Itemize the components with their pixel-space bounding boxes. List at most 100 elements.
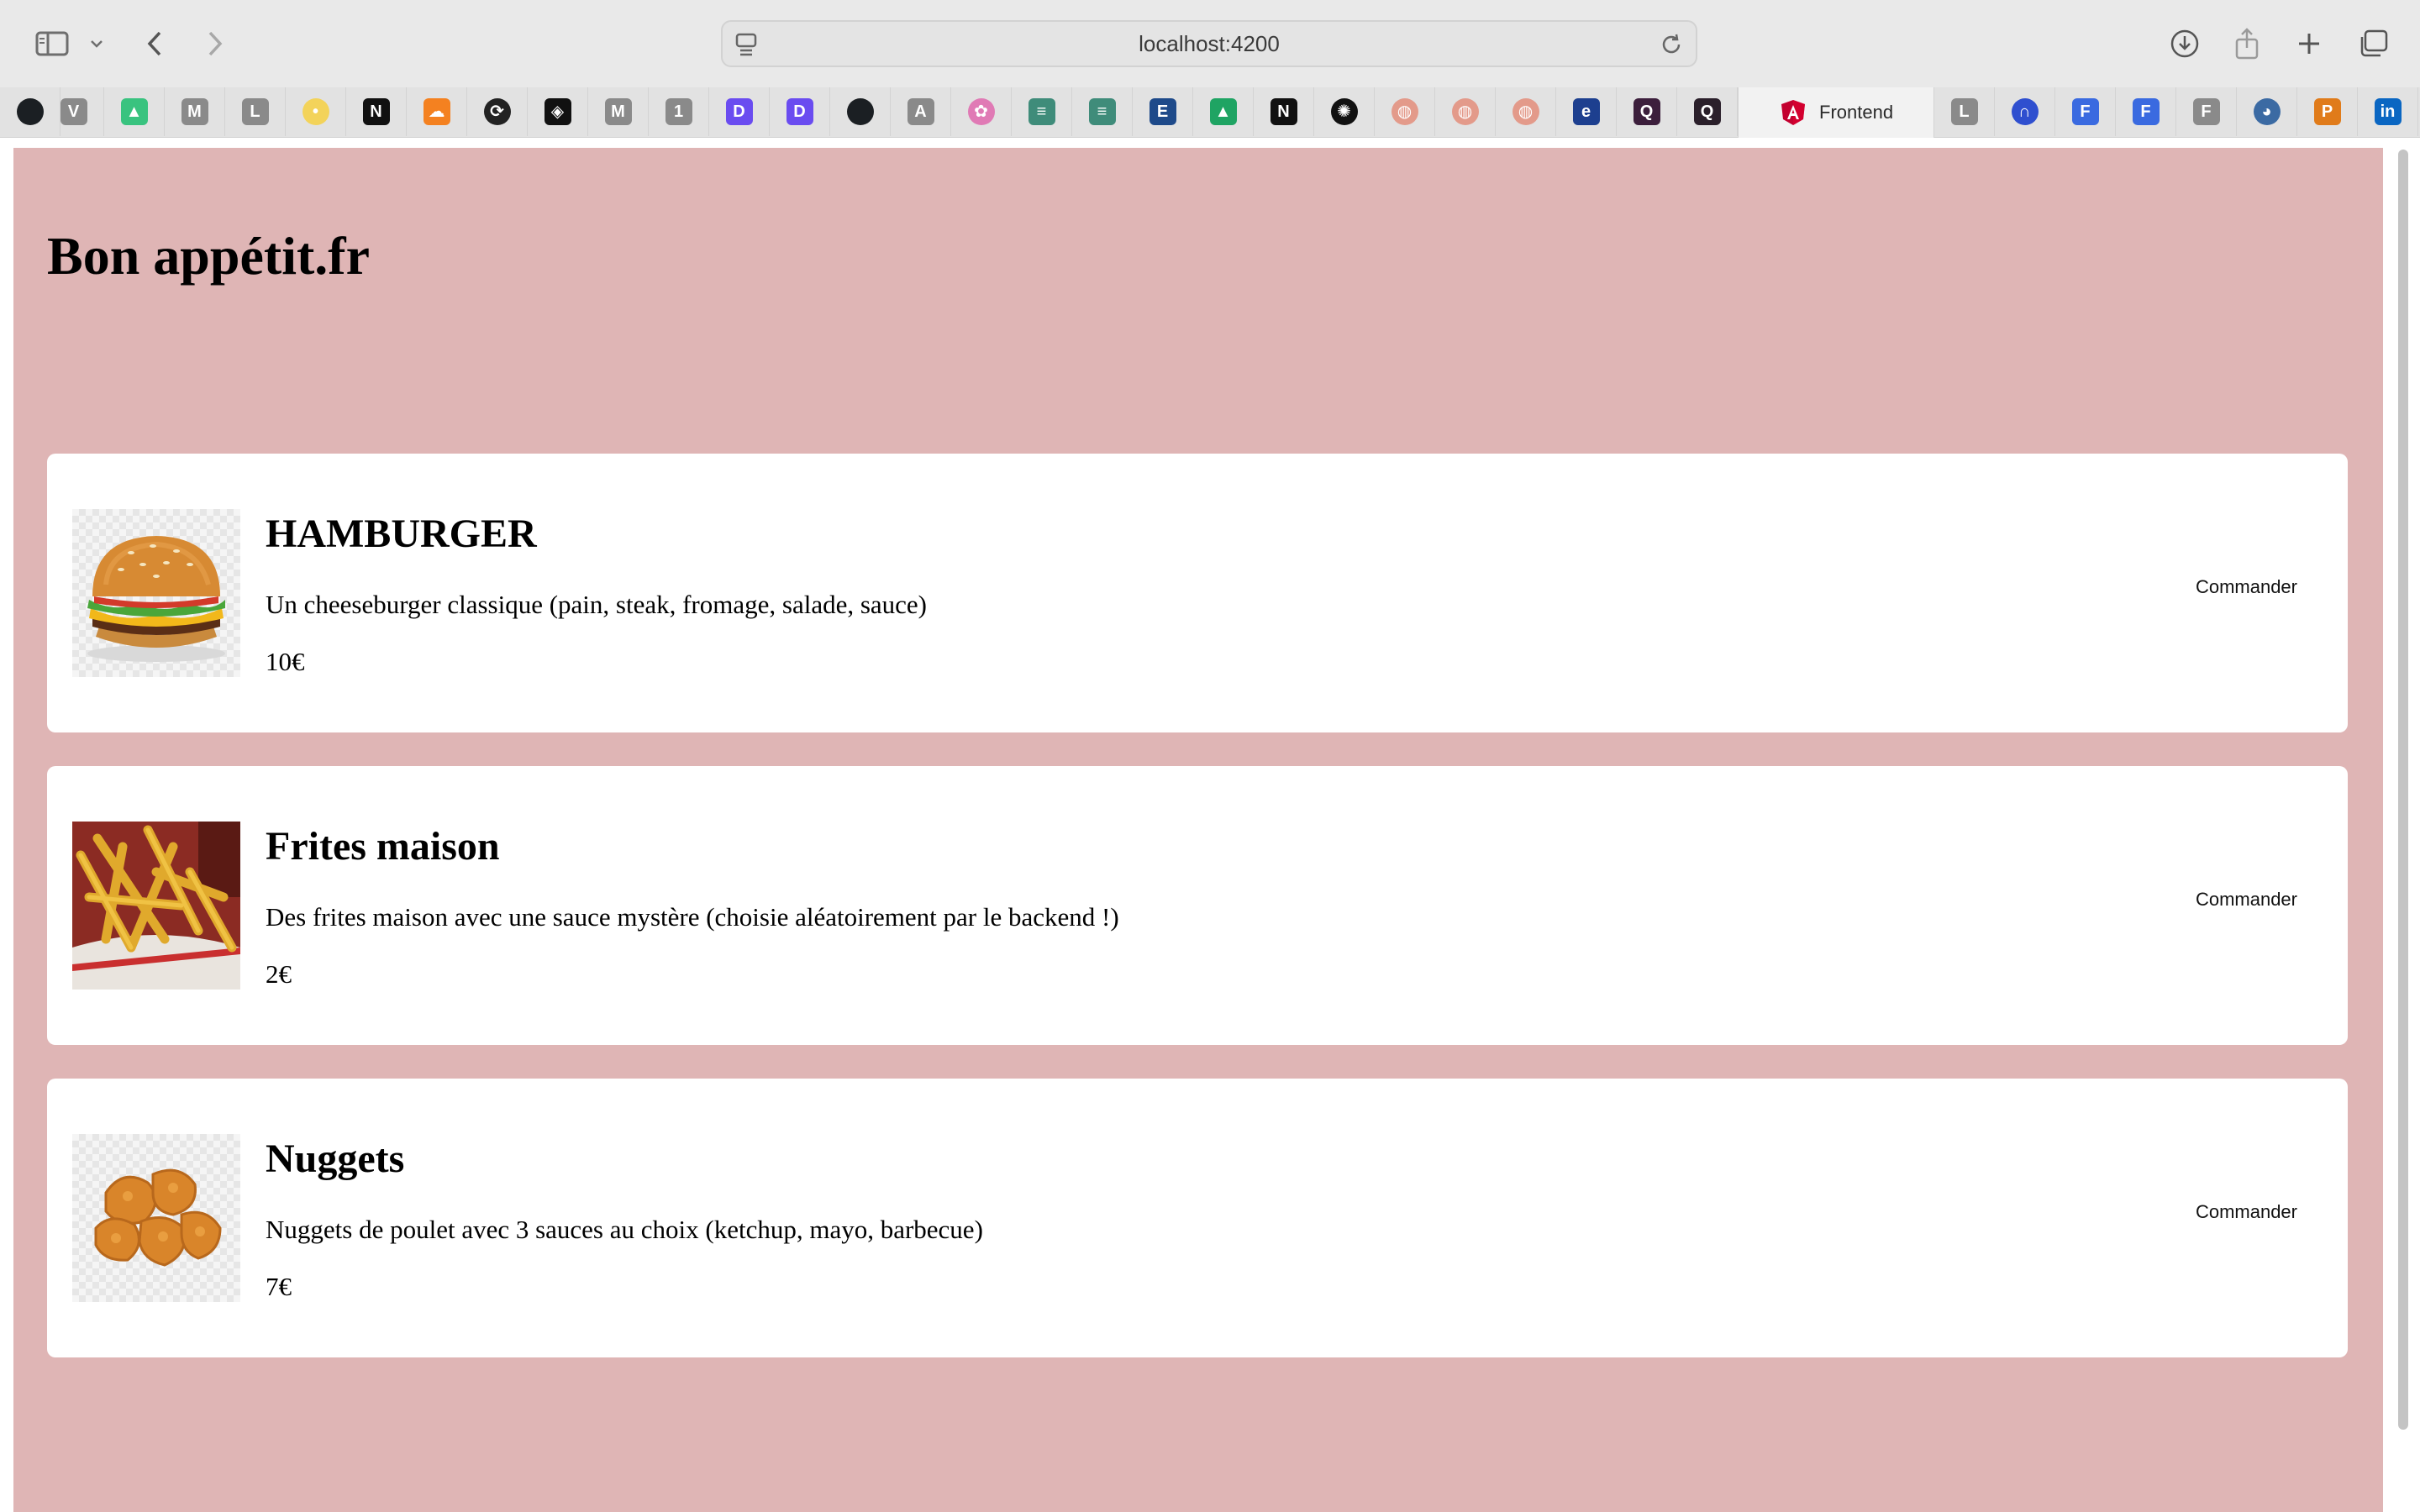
q-tab-icon: Q: [1693, 98, 1721, 125]
downloads-icon[interactable]: [2166, 20, 2203, 67]
a-tab-icon: A: [907, 98, 934, 125]
menu-item-description: Des frites maison avec une sauce mystère…: [266, 902, 1119, 932]
phpmyadmin-icon: P: [2313, 98, 2341, 125]
pinned-tab[interactable]: ◕: [2237, 87, 2297, 136]
m-tab-icon: M: [604, 98, 632, 125]
notion-icon: N: [1270, 98, 1297, 125]
pinned-tab[interactable]: A: [891, 87, 951, 136]
pinned-tab[interactable]: ≡: [1012, 87, 1072, 136]
pinned-tab[interactable]: M: [165, 87, 225, 136]
google-drive-icon: ▲: [1209, 98, 1237, 125]
active-tab-label: Frontend: [1819, 102, 1894, 123]
menu-item-name: HAMBURGER: [266, 512, 537, 556]
pinned-tab[interactable]: N: [1254, 87, 1314, 136]
globe-icon: ◍: [1391, 98, 1418, 125]
codesandbox-icon: ◈: [544, 98, 571, 125]
pinned-tab[interactable]: D: [770, 87, 830, 136]
pinned-tab[interactable]: ◍: [1496, 87, 1556, 136]
pinned-tab[interactable]: in: [2358, 87, 2418, 136]
blue-app-icon: ∩: [2011, 98, 2039, 125]
nuggets-image: [72, 1134, 240, 1302]
tab-frontend[interactable]: Frontend: [1738, 87, 1934, 138]
forward-arrow-icon[interactable]: [202, 20, 229, 67]
reload-icon[interactable]: [1659, 32, 1684, 61]
pinned-tab[interactable]: L: [225, 87, 286, 136]
pinned-tab[interactable]: •: [286, 87, 346, 136]
order-button[interactable]: Commander: [2196, 889, 2297, 911]
pinned-tab[interactable]: F: [2055, 87, 2116, 136]
one-tab-icon: 1: [665, 98, 692, 125]
pinned-tab[interactable]: ◍: [1435, 87, 1496, 136]
pinned-tab[interactable]: ✿: [951, 87, 1012, 136]
page-viewport: Bon appétit.fr HAMBURGER Un cheeseburger…: [0, 138, 2420, 1512]
esi-icon: E: [1149, 98, 1176, 125]
hamburger-image: [72, 509, 240, 677]
nuxt-icon: ▲: [120, 98, 148, 125]
pink-app-icon: ✿: [967, 98, 995, 125]
chevron-down-icon[interactable]: [86, 20, 108, 67]
pinned-tab[interactable]: F: [2176, 87, 2237, 136]
order-button[interactable]: Commander: [2196, 1201, 2297, 1223]
e-tab-icon: e: [1572, 98, 1600, 125]
menu-item-price: 10€: [266, 647, 305, 676]
openai-icon: ✺: [1330, 98, 1358, 125]
bank-icon: ≡: [1028, 98, 1055, 125]
pinned-tab[interactable]: ☁: [407, 87, 467, 136]
f-tab-icon: F: [2132, 98, 2160, 125]
yellow-dot-icon: •: [302, 98, 329, 125]
pinned-tab[interactable]: ∩: [1995, 87, 2055, 136]
fries-image: [72, 822, 240, 990]
tab-overview-icon[interactable]: [2354, 20, 2391, 67]
notion-icon: N: [362, 98, 390, 125]
menu-item-description: Un cheeseburger classique (pain, steak, …: [266, 590, 928, 619]
d-tab-icon: D: [725, 98, 753, 125]
globe-icon: ◍: [1451, 98, 1479, 125]
bank-icon: ≡: [1088, 98, 1116, 125]
menu-item-card: Frites maison Des frites maison avec une…: [47, 766, 2348, 1045]
pinned-tab[interactable]: 1: [649, 87, 709, 136]
page-title: Bon appétit.fr: [47, 226, 370, 286]
menu-item-description: Nuggets de poulet avec 3 sauces au choix…: [266, 1215, 983, 1244]
menu-item-name: Frites maison: [266, 824, 500, 869]
menu-item-card: HAMBURGER Un cheeseburger classique (pai…: [47, 454, 2348, 732]
pinned-tab[interactable]: ▲: [1193, 87, 1254, 136]
vertical-scrollbar[interactable]: [2398, 150, 2408, 1430]
new-tab-icon[interactable]: [2292, 20, 2326, 67]
order-button[interactable]: Commander: [2196, 576, 2297, 598]
tab-bar: V ▲ M L • N ☁ ⟳ ◈ M 1 D D A ✿ ≡ ≡ E ▲ N ✺ ◍ ◍ ◍ e Q Q L ∩ F F F ◕ Pin Fro…: [0, 87, 2420, 138]
pinned-tab[interactable]: Q: [1617, 87, 1677, 136]
back-arrow-icon[interactable]: [141, 20, 168, 67]
page-background: Bon appétit.fr HAMBURGER Un cheeseburger…: [13, 148, 2383, 1512]
menu-item-price: 2€: [266, 959, 292, 989]
pinned-tab[interactable]: N: [346, 87, 407, 136]
pinned-tab[interactable]: ▲: [104, 87, 165, 136]
address-bar[interactable]: localhost:4200: [721, 20, 1697, 67]
pinned-tab[interactable]: D: [709, 87, 770, 136]
cloudflare-icon: ☁: [423, 98, 450, 125]
pinned-tab[interactable]: [830, 87, 891, 136]
m-tab-icon: M: [181, 98, 208, 125]
linkedin-icon: in: [2374, 98, 2402, 125]
pinned-tab[interactable]: ⟳: [467, 87, 528, 136]
l-tab-icon: L: [1950, 98, 1978, 125]
pinned-tab[interactable]: P: [2297, 87, 2358, 136]
pinned-tab[interactable]: e: [1556, 87, 1617, 136]
pinned-tab[interactable]: M: [588, 87, 649, 136]
github-icon: [16, 98, 44, 125]
pinned-tab[interactable]: ≡: [1072, 87, 1133, 136]
q-tab-icon: Q: [1633, 98, 1660, 125]
menu-item-price: 7€: [266, 1272, 292, 1301]
pinned-tab[interactable]: ✺: [1314, 87, 1375, 136]
pinned-tab[interactable]: ◍: [1375, 87, 1435, 136]
pinned-tab[interactable]: ◈: [528, 87, 588, 136]
menu-item-card: Nuggets Nuggets de poulet avec 3 sauces …: [47, 1079, 2348, 1357]
pinned-tab[interactable]: L: [1934, 87, 1995, 136]
pinned-tab[interactable]: Q: [1677, 87, 1738, 136]
sidebar-toggle-icon[interactable]: [34, 20, 71, 67]
share-icon[interactable]: [2230, 20, 2264, 67]
f-tab-icon: F: [2192, 98, 2220, 125]
angular-icon: [1779, 98, 1807, 127]
pinned-tab[interactable]: F: [2116, 87, 2176, 136]
pinned-tab[interactable]: V: [44, 87, 104, 136]
pinned-tab[interactable]: E: [1133, 87, 1193, 136]
